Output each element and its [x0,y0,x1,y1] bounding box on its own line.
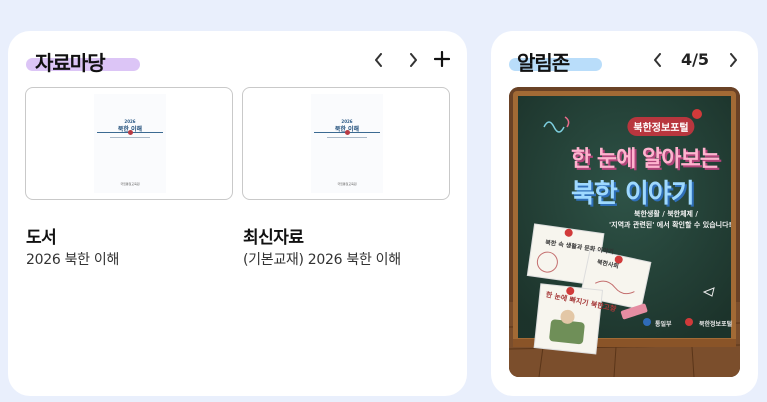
chevron-right-icon [730,53,737,67]
library-item-link[interactable]: (기본교재) 2026 북한 이해 [243,249,401,269]
chalkboard-illustration [509,87,740,377]
library-more-button[interactable] [431,48,453,70]
library-item-category: 도서 [26,228,57,248]
notice-pager: 4/5 [672,50,718,69]
book-cover: 2026 북한 이해 국립통일교육원 [94,94,166,193]
banner-badge: 북한정보포털 [627,117,695,136]
chevron-left-icon [654,53,661,67]
chevron-left-icon [375,53,382,67]
banner-desc-2: '지역과 관련된' 에서 확인할 수 있습니다! [609,221,732,229]
pager-current: 4 [680,50,693,69]
banner-headline-2: 북한 이야기 [571,179,695,209]
banner-headline-1: 한 눈에 알아보는 [571,147,720,172]
library-item-thumbnail[interactable]: 2026 북한 이해 국립통일교육원 [242,87,450,200]
library-item-category: 최신자료 [243,228,304,248]
notice-prev-button[interactable] [647,49,669,71]
banner-footer-portal: 북한정보포털 [699,321,733,328]
notice-title: 알림존 [517,51,570,75]
library-title: 자료마당 [35,51,106,75]
pager-total: 5 [697,50,710,69]
library-item-thumbnail[interactable]: 2026 북한 이해 국립통일교육원 [25,87,233,200]
notice-card: 알림존 4/5 북한정보포털 한 눈에 알아보는 북한 이야기 북한생활 / 북… [491,31,758,396]
banner-footer-ministry: 통일부 [655,321,672,328]
chevron-right-icon [410,53,417,67]
book-cover: 2026 북한 이해 국립통일교육원 [311,94,383,193]
library-item-link[interactable]: 2026 북한 이해 [26,249,119,269]
library-card: 자료마당 2026 북한 이해 국립통일교육원 도서 2026 북한 이해 20… [8,31,467,396]
plus-icon [434,51,450,67]
banner-desc-1: 북한생활 / 북한체제 / [634,210,698,218]
notice-banner[interactable]: 북한정보포털 한 눈에 알아보는 북한 이야기 북한생활 / 북한체제 / '지… [509,87,740,377]
library-next-button[interactable] [402,49,424,71]
library-prev-button[interactable] [368,49,390,71]
notice-next-button[interactable] [722,49,744,71]
